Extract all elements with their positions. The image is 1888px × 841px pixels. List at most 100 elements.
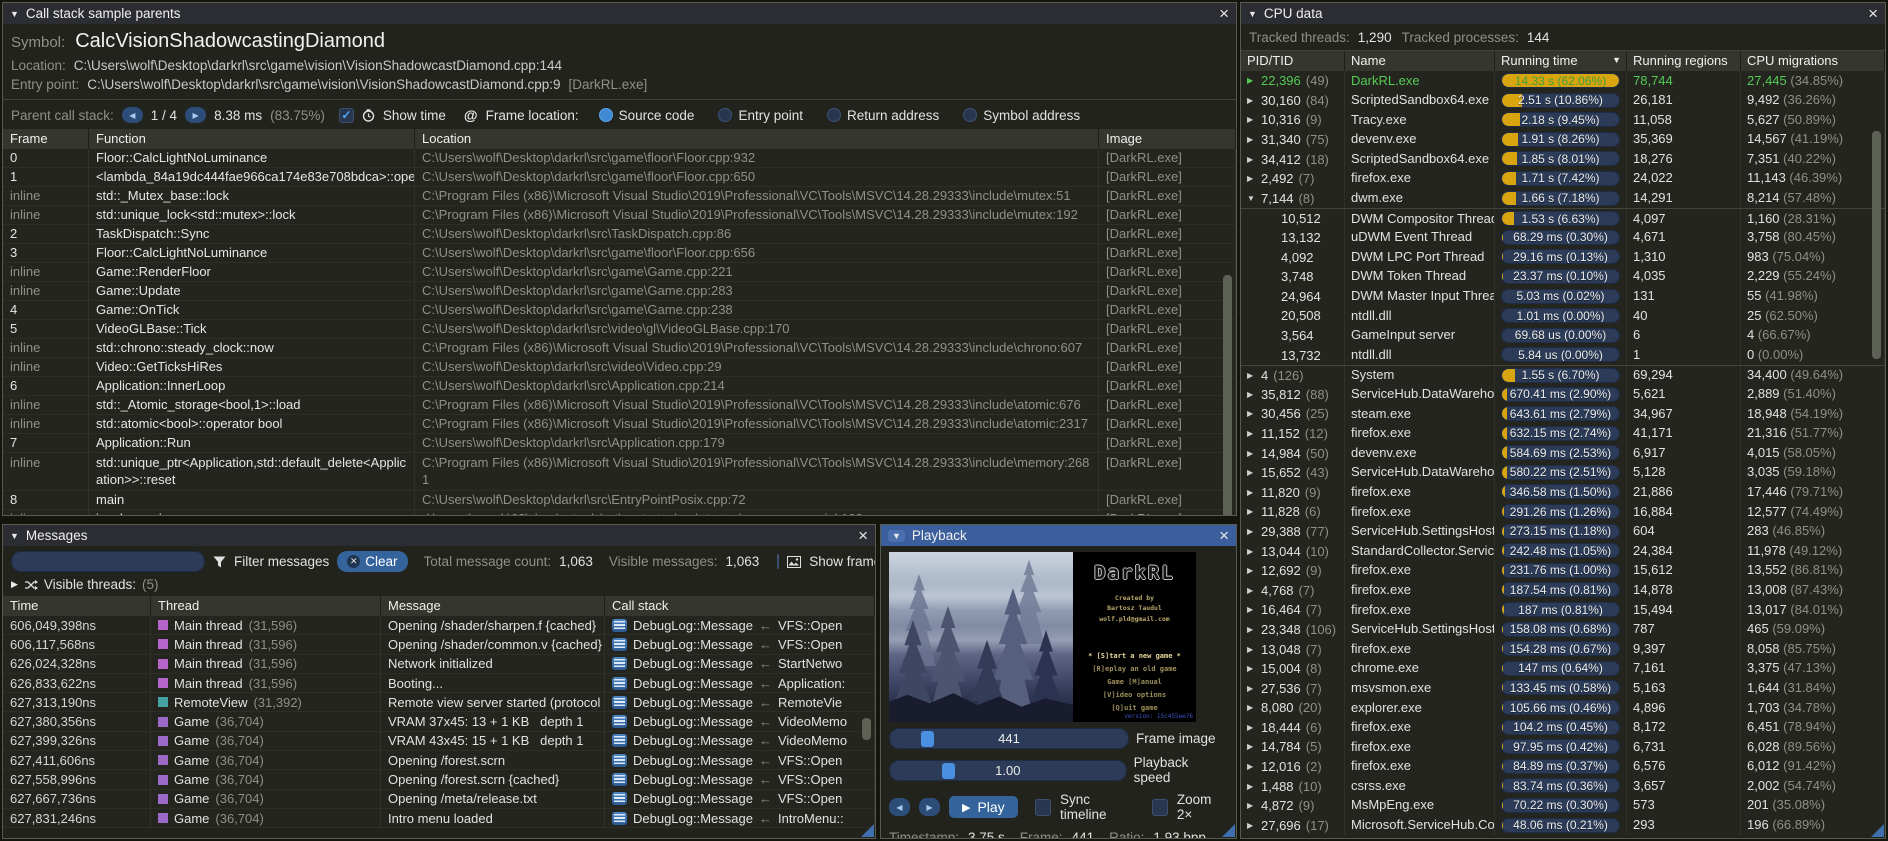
callstack-list-icon[interactable]: [612, 812, 627, 825]
frame-location-option[interactable]: Return address: [827, 108, 939, 123]
callstack-list-icon[interactable]: [612, 734, 627, 747]
callstack-scrollbar[interactable]: [1223, 275, 1232, 515]
show-frame-checkbox[interactable]: [777, 554, 779, 569]
expander-icon[interactable]: ▶: [1247, 703, 1256, 712]
expander-icon[interactable]: ▶: [1247, 155, 1256, 164]
radio-icon[interactable]: [963, 108, 977, 122]
cpu-process-row[interactable]: ▶10,316(9)Tracy.exe2.18 s (9.45%)11,0585…: [1241, 110, 1885, 130]
playback-speed-slider[interactable]: 1.00: [889, 760, 1127, 781]
cpu-process-row[interactable]: ▶14,784(5)firefox.exe97.95 ms (0.42%)6,7…: [1241, 737, 1885, 757]
cpu-process-row[interactable]: 10,512DWM Compositor Thread1.53 s (6.63%…: [1241, 208, 1885, 228]
message-row[interactable]: 627,558,996nsGame(36,704)Opening /forest…: [3, 770, 875, 789]
cpu-process-row[interactable]: 4,092DWM LPC Port Thread29.16 ms (0.13%)…: [1241, 247, 1885, 267]
callstack-list-icon[interactable]: [612, 715, 627, 728]
collapse-icon[interactable]: ▼: [10, 9, 19, 19]
expander-icon[interactable]: ▶: [1247, 684, 1256, 693]
visible-threads-row[interactable]: ▶ Visible threads: (5): [3, 576, 875, 596]
callstack-cell[interactable]: DebugLog::Message←VideoMemo: [605, 712, 875, 730]
frame-image-slider[interactable]: 441: [889, 728, 1129, 749]
cpu-process-row[interactable]: ▶35,812(88)ServiceHub.DataWarehou670.41 …: [1241, 385, 1885, 405]
message-row[interactable]: 627,380,356nsGame(36,704)VRAM 37x45: 13 …: [3, 712, 875, 731]
step-forward-button[interactable]: ▶: [919, 798, 940, 816]
cpu-process-row[interactable]: ▶12,016(2)firefox.exe84.89 ms (0.37%)6,5…: [1241, 757, 1885, 777]
callstack-row[interactable]: 5VideoGLBase::TickC:\Users\wolf\Desktop\…: [3, 320, 1236, 339]
clear-button[interactable]: ✕ Clear: [337, 551, 407, 572]
callstack-row[interactable]: inlinestd::unique_ptr<Application,std::d…: [3, 453, 1236, 491]
cpu-process-row[interactable]: ▶1,488(10)csrss.exe83.74 ms (0.36%)3,657…: [1241, 776, 1885, 796]
resize-grip[interactable]: [1871, 824, 1884, 837]
expander-icon[interactable]: ▶: [1247, 762, 1256, 771]
cpu-process-row[interactable]: ▶22,396(49)DarkRL.exe14.33 s (62.06%)78,…: [1241, 71, 1885, 91]
column-header[interactable]: Location: [415, 129, 1099, 149]
cpu-process-row[interactable]: ▶27,696(17)Microsoft.ServiceHub.Co48.06 …: [1241, 816, 1885, 836]
callstack-row[interactable]: 8mainC:\Users\wolf\Desktop\darkrl\src\En…: [3, 491, 1236, 510]
cpu-process-row[interactable]: ▶2,492(7)firefox.exe1.71 s (7.42%)24,022…: [1241, 169, 1885, 189]
radio-icon[interactable]: [718, 108, 732, 122]
cpu-process-row[interactable]: 13,132uDWM Event Thread68.29 ms (0.30%)4…: [1241, 228, 1885, 248]
callstack-table-header[interactable]: FrameFunctionLocationImage: [3, 129, 1236, 149]
expander-icon[interactable]: ▶: [1247, 625, 1256, 634]
column-header[interactable]: Message: [381, 596, 605, 616]
callstack-cell[interactable]: DebugLog::Message←VFS::Open: [605, 790, 875, 808]
callstack-row[interactable]: 3Floor::CalcLightNoLuminanceC:\Users\wol…: [3, 244, 1236, 263]
expander-icon[interactable]: ▼: [1247, 194, 1256, 203]
callstack-cell[interactable]: DebugLog::Message←Application:: [605, 674, 875, 692]
expander-icon[interactable]: ▶: [1247, 605, 1256, 614]
expander-icon[interactable]: ▶: [1247, 664, 1256, 673]
column-header[interactable]: Frame: [3, 129, 89, 149]
callstack-row[interactable]: 6Application::InnerLoopC:\Users\wolf\Des…: [3, 377, 1236, 396]
play-button[interactable]: ▶ Play: [949, 796, 1018, 818]
callstack-cell[interactable]: DebugLog::Message←StartNetwo: [605, 655, 875, 673]
expander-icon[interactable]: ▶: [1247, 547, 1256, 556]
expander-icon[interactable]: ▶: [1247, 723, 1256, 732]
callstack-list-icon[interactable]: [612, 619, 627, 632]
callstack-cell[interactable]: DebugLog::Message←VFS::Open: [605, 751, 875, 769]
prev-parent-button[interactable]: ◀: [122, 107, 143, 123]
callstack-row[interactable]: inlinestd::_Mutex_base::lockC:\Program F…: [3, 187, 1236, 206]
message-row[interactable]: 627,399,326nsGame(36,704)VRAM 43x45: 15 …: [3, 732, 875, 751]
callstack-list-icon[interactable]: [612, 773, 627, 786]
expander-icon[interactable]: ▶: [1247, 174, 1256, 183]
callstack-row[interactable]: inlineVideo::GetTicksHiResC:\Users\wolf\…: [3, 358, 1236, 377]
show-time-checkbox[interactable]: ✓: [339, 108, 354, 123]
close-icon[interactable]: ×: [1219, 7, 1229, 21]
column-header[interactable]: PID/TID: [1241, 51, 1345, 71]
callstack-row[interactable]: inlinestd::unique_lock<std::mutex>::lock…: [3, 206, 1236, 225]
cpu-process-row[interactable]: ▶34,412(18)ScriptedSandbox64.exe1.85 s (…: [1241, 149, 1885, 169]
callstack-row[interactable]: 0Floor::CalcLightNoLuminanceC:\Users\wol…: [3, 149, 1236, 168]
playback-titlebar[interactable]: ▼ Playback ×: [881, 525, 1236, 546]
cpu-process-row[interactable]: ▶30,456(25)steam.exe643.61 ms (2.79%)34,…: [1241, 404, 1885, 424]
expander-icon[interactable]: ▶: [1247, 76, 1256, 85]
column-header[interactable]: Image: [1099, 129, 1236, 149]
message-row[interactable]: 626,833,622nsMain thread(31,596)Booting.…: [3, 674, 875, 693]
callstack-cell[interactable]: DebugLog::Message←RemoteVie: [605, 693, 875, 711]
cpu-scrollbar[interactable]: [1872, 131, 1881, 359]
cpu-process-row[interactable]: ▶11,820(9)firefox.exe346.58 ms (1.50%)21…: [1241, 482, 1885, 502]
cpu-process-row[interactable]: ▶23,348(106)ServiceHub.SettingsHost158.0…: [1241, 620, 1885, 640]
cpu-process-row[interactable]: ▶14,984(50)devenv.exe584.69 ms (2.53%)6,…: [1241, 443, 1885, 463]
column-header[interactable]: Time: [3, 596, 151, 616]
callstack-row[interactable]: inlineGame::UpdateC:\Users\wolf\Desktop\…: [3, 282, 1236, 301]
message-row[interactable]: 627,667,736nsGame(36,704)Opening /meta/r…: [3, 790, 875, 809]
expander-icon[interactable]: ▶: [1247, 135, 1256, 144]
column-header[interactable]: Call stack: [605, 596, 875, 616]
frame-location-option[interactable]: Source code: [599, 108, 695, 123]
sync-timeline-checkbox[interactable]: [1035, 799, 1051, 816]
expander-icon[interactable]: ▶: [1247, 390, 1256, 399]
message-row[interactable]: 606,117,568nsMain thread(31,596)Opening …: [3, 635, 875, 654]
collapse-icon[interactable]: ▼: [10, 531, 19, 541]
callstack-cell[interactable]: DebugLog::Message←IntroMenu::: [605, 809, 875, 827]
expander-icon[interactable]: ▶: [1247, 409, 1256, 418]
message-row[interactable]: 626,024,328nsMain thread(31,596)Network …: [3, 655, 875, 674]
expander-icon[interactable]: ▶: [1247, 566, 1256, 575]
cpu-process-row[interactable]: ▶4,768(7)firefox.exe187.54 ms (0.81%)14,…: [1241, 580, 1885, 600]
callstack-cell[interactable]: DebugLog::Message←VideoMemo: [605, 732, 875, 750]
column-header[interactable]: Running regions: [1627, 51, 1741, 71]
cpu-process-row[interactable]: ▶16,464(7)firefox.exe187 ms (0.81%)15,49…: [1241, 600, 1885, 620]
cpu-process-row[interactable]: ▶15,652(43)ServiceHub.DataWarehou580.22 …: [1241, 463, 1885, 483]
callstack-list-icon[interactable]: [612, 638, 627, 651]
column-header[interactable]: Running time▼: [1495, 51, 1627, 71]
cpu-process-row[interactable]: 20,508ntdll.dll1.01 ms (0.00%)4025 (62.5…: [1241, 306, 1885, 326]
cpu-process-row[interactable]: ▼7,144(8)dwm.exe1.66 s (7.18%)14,2918,21…: [1241, 189, 1885, 209]
callstack-row[interactable]: 7Application::RunC:\Users\wolf\Desktop\d…: [3, 434, 1236, 453]
